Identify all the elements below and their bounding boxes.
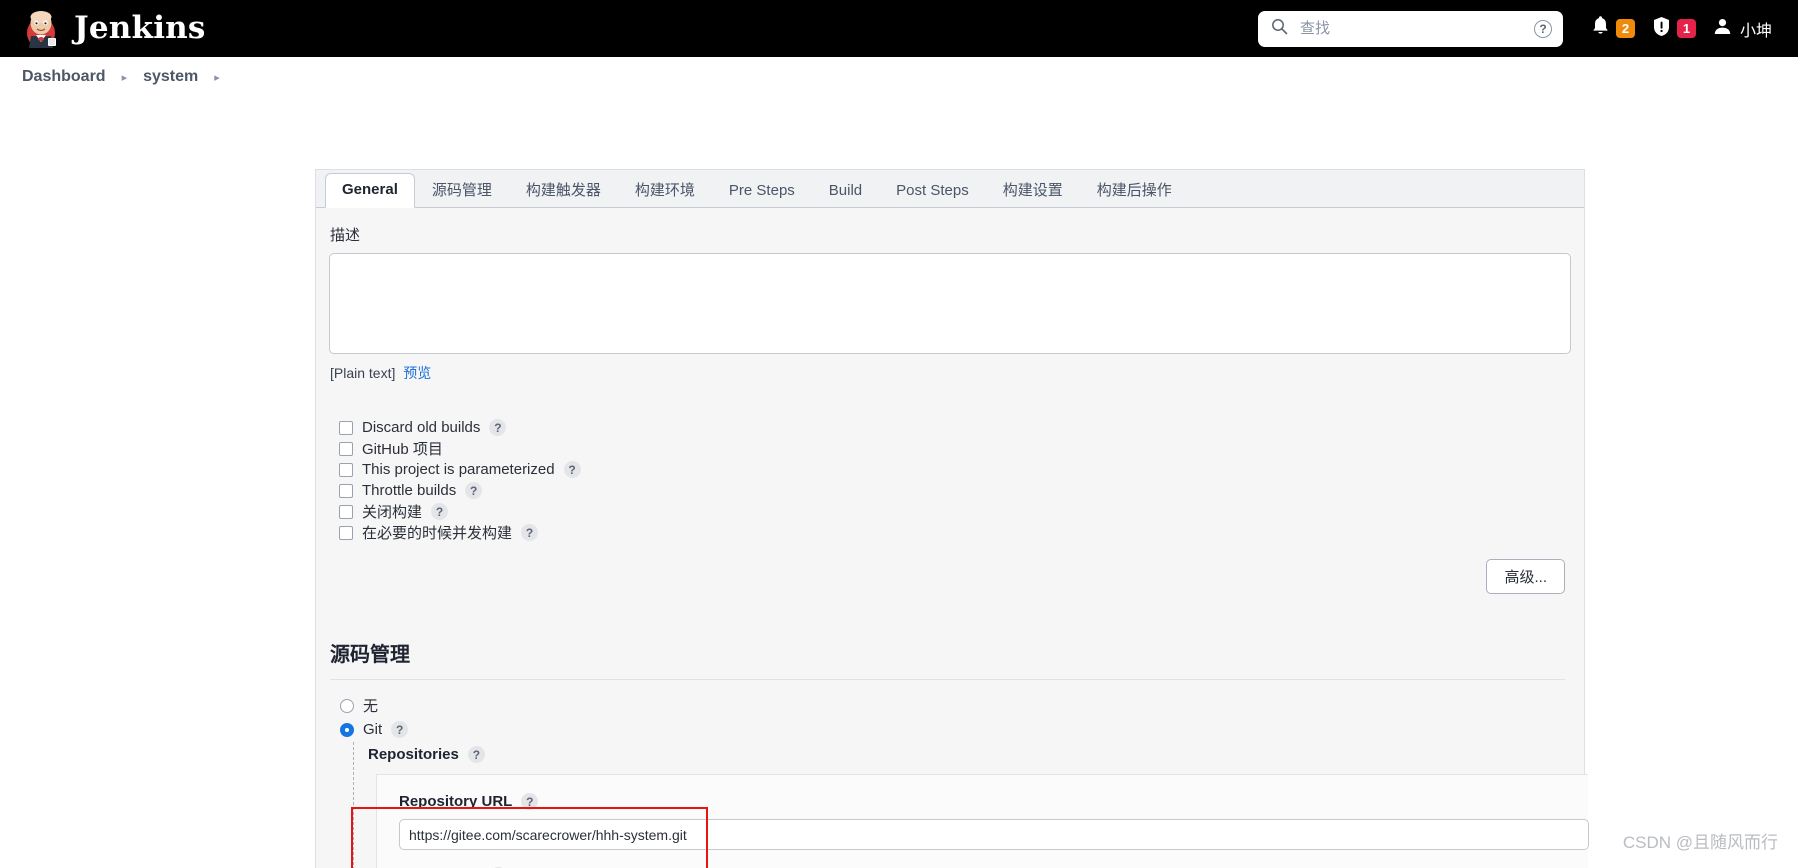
general-options-list: Discard old builds ? GitHub 项目 This proj… bbox=[339, 417, 1569, 543]
help-icon-scm-git[interactable]: ? bbox=[391, 721, 409, 738]
search-icon bbox=[1271, 18, 1288, 40]
page-body: General 源码管理 构建触发器 构建环境 Pre Steps Build … bbox=[0, 98, 1798, 868]
checkbox-parameterized[interactable] bbox=[339, 462, 353, 477]
label-scm-none[interactable]: 无 bbox=[363, 695, 378, 716]
scm-section-divider bbox=[330, 679, 1565, 680]
checkbox-concurrent-builds[interactable] bbox=[339, 525, 353, 540]
jenkins-butler-logo-icon bbox=[22, 9, 61, 48]
breadcrumb-item-dashboard[interactable]: Dashboard bbox=[22, 68, 106, 86]
advanced-row: 高级... bbox=[329, 559, 1565, 594]
tab-build-settings[interactable]: 构建设置 bbox=[986, 174, 1080, 208]
help-icon-discard-old-builds[interactable]: ? bbox=[489, 419, 507, 436]
repository-url-label: Repository URL bbox=[399, 793, 513, 810]
label-disable-build[interactable]: 关闭构建 bbox=[362, 501, 422, 522]
breadcrumb-separator-icon-2[interactable]: ▸ bbox=[198, 71, 236, 84]
bell-icon bbox=[1591, 15, 1610, 42]
option-github-project[interactable]: GitHub 项目 bbox=[339, 438, 1569, 459]
checkbox-github-project[interactable] bbox=[339, 441, 353, 456]
user-name: 小坤 bbox=[1739, 22, 1772, 40]
option-disable-build[interactable]: 关闭构建 ? bbox=[339, 501, 1569, 522]
description-textarea[interactable] bbox=[329, 253, 1571, 354]
label-throttle-builds[interactable]: Throttle builds bbox=[362, 482, 456, 499]
breadcrumb: Dashboard ▸ system ▸ bbox=[0, 57, 1798, 98]
search-box[interactable]: ? bbox=[1257, 10, 1563, 47]
config-form: 描述 [Plain text] 预览 Discard old builds ? … bbox=[316, 208, 1589, 868]
option-throttle-builds[interactable]: Throttle builds ? bbox=[339, 480, 1569, 501]
watermark-text: CSDN @且随风而行 bbox=[1622, 833, 1778, 852]
markup-format-row: [Plain text] 预览 bbox=[330, 363, 1569, 383]
repositories-label: Repositories bbox=[368, 746, 459, 763]
label-parameterized[interactable]: This project is parameterized bbox=[362, 461, 555, 478]
top-bar-actions: ? 2 1 bbox=[1257, 10, 1776, 47]
tab-build-triggers[interactable]: 构建触发器 bbox=[509, 174, 618, 208]
repository-card: Repository URL ? Credentials ? 183731342… bbox=[376, 774, 1589, 868]
notification-count-badge: 2 bbox=[1615, 19, 1635, 38]
help-icon-concurrent-builds[interactable]: ? bbox=[521, 524, 539, 541]
markup-format-note: [Plain text] bbox=[330, 365, 396, 381]
config-tab-bar: General 源码管理 构建触发器 构建环境 Pre Steps Build … bbox=[316, 170, 1584, 208]
option-concurrent-builds[interactable]: 在必要的时候并发构建 ? bbox=[339, 522, 1569, 543]
checkbox-throttle-builds[interactable] bbox=[339, 483, 353, 498]
tab-build[interactable]: Build bbox=[812, 174, 879, 208]
label-concurrent-builds[interactable]: 在必要的时候并发构建 bbox=[362, 522, 512, 543]
search-input[interactable] bbox=[1297, 19, 1524, 38]
checkbox-discard-old-builds[interactable] bbox=[339, 420, 353, 435]
shield-warning-icon bbox=[1652, 16, 1671, 42]
scm-option-git[interactable]: Git ? bbox=[340, 718, 1569, 741]
label-scm-git[interactable]: Git bbox=[363, 721, 382, 738]
notifications-button[interactable]: 2 bbox=[1591, 15, 1635, 42]
help-icon-repositories[interactable]: ? bbox=[467, 746, 485, 763]
label-discard-old-builds[interactable]: Discard old builds bbox=[362, 419, 480, 436]
radio-scm-none[interactable] bbox=[340, 698, 354, 713]
breadcrumb-item-system[interactable]: system bbox=[143, 68, 198, 86]
search-help-icon[interactable]: ? bbox=[1533, 19, 1552, 38]
person-icon bbox=[1713, 17, 1732, 41]
checkbox-disable-build[interactable] bbox=[339, 504, 353, 519]
jenkins-home-link[interactable]: Jenkins bbox=[22, 9, 206, 48]
help-icon-throttle-builds[interactable]: ? bbox=[465, 482, 483, 499]
repositories-label-row: Repositories ? bbox=[368, 746, 1569, 763]
help-icon-parameterized[interactable]: ? bbox=[563, 461, 581, 478]
tab-general[interactable]: General bbox=[325, 173, 415, 208]
job-config-panel: General 源码管理 构建触发器 构建环境 Pre Steps Build … bbox=[315, 169, 1589, 868]
option-parameterized[interactable]: This project is parameterized ? bbox=[339, 459, 1569, 480]
user-menu-button[interactable]: 小坤 bbox=[1713, 17, 1772, 41]
scm-option-none[interactable]: 无 bbox=[340, 694, 1569, 717]
option-discard-old-builds[interactable]: Discard old builds ? bbox=[339, 417, 1569, 438]
scm-options: 无 Git ? Repositories ? Repository URL ? … bbox=[340, 694, 1589, 868]
tab-post-steps[interactable]: Post Steps bbox=[879, 174, 986, 208]
scm-section-title: 源码管理 bbox=[330, 644, 410, 666]
help-icon-disable-build[interactable]: ? bbox=[431, 503, 449, 520]
preview-link[interactable]: 预览 bbox=[403, 365, 431, 381]
label-github-project[interactable]: GitHub 项目 bbox=[362, 438, 443, 459]
breadcrumb-separator-icon: ▸ bbox=[121, 71, 128, 84]
tab-pre-steps[interactable]: Pre Steps bbox=[712, 174, 812, 208]
radio-scm-git[interactable] bbox=[340, 722, 354, 737]
repository-url-label-row: Repository URL ? bbox=[399, 793, 1588, 810]
security-count-badge: 1 bbox=[1676, 19, 1696, 38]
tab-build-env[interactable]: 构建环境 bbox=[618, 174, 712, 208]
repository-url-input[interactable] bbox=[399, 819, 1589, 850]
help-icon-repository-url[interactable]: ? bbox=[521, 793, 539, 810]
git-settings-group: Repositories ? Repository URL ? Credenti… bbox=[353, 742, 1589, 868]
tab-scm[interactable]: 源码管理 bbox=[415, 174, 509, 208]
advanced-button[interactable]: 高级... bbox=[1486, 559, 1565, 594]
description-label: 描述 bbox=[330, 227, 361, 244]
brand-title: Jenkins bbox=[74, 10, 206, 46]
top-navigation-bar: Jenkins ? 2 bbox=[0, 0, 1798, 57]
security-warnings-button[interactable]: 1 bbox=[1652, 16, 1696, 42]
tab-post-build[interactable]: 构建后操作 bbox=[1080, 174, 1189, 208]
